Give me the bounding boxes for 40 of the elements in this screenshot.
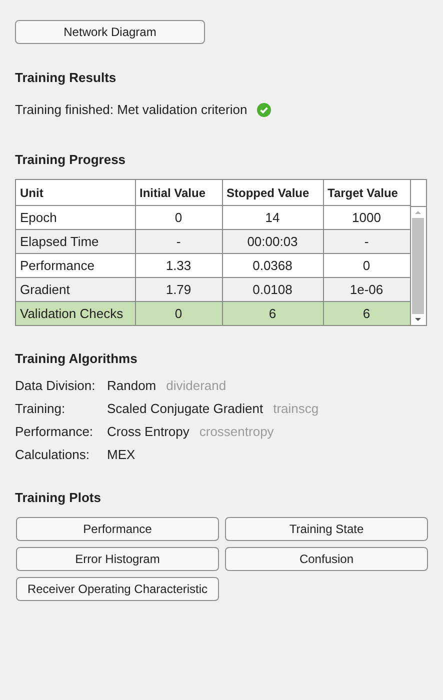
- table-cell: Gradient: [16, 278, 135, 302]
- table-cell: 0: [135, 302, 222, 325]
- field-value: Scaled Conjugate Gradient: [107, 401, 264, 417]
- table-cell: Elapsed Time: [16, 230, 135, 254]
- table-cell: -: [135, 230, 222, 254]
- column-header: Target Value: [323, 180, 410, 206]
- table-cell: Validation Checks: [16, 302, 135, 325]
- plot-button[interactable]: Error Histogram: [16, 547, 219, 571]
- status-text: Training finished: Met validation criterion: [15, 102, 248, 117]
- section-heading: Training Plots: [15, 490, 102, 505]
- field-value: MEX: [107, 447, 136, 463]
- function-name: trainscg: [273, 401, 319, 417]
- table-cell: 1.79: [135, 278, 222, 302]
- column-header: Stopped Value: [222, 180, 323, 206]
- table-cell: 0.0108: [222, 278, 323, 302]
- scrollbar[interactable]: [410, 207, 426, 325]
- plot-button[interactable]: Receiver Operating Characteristic: [16, 577, 219, 601]
- table-cell: 6: [323, 302, 410, 325]
- plot-button[interactable]: Confusion: [225, 547, 428, 571]
- field-label: Data Division:: [15, 378, 96, 394]
- section-heading: Training Results: [15, 70, 118, 85]
- field-label: Performance:: [15, 424, 94, 440]
- field-label: Training:: [15, 401, 66, 417]
- plot-button[interactable]: Performance: [16, 517, 219, 541]
- table-cell: 6: [222, 302, 323, 325]
- function-name: crossentropy: [199, 424, 274, 440]
- section-heading: Training Algorithms: [15, 351, 138, 366]
- column-header: Initial Value: [135, 180, 222, 206]
- scrollbar-thumb[interactable]: [412, 218, 424, 314]
- network-diagram-button[interactable]: Network Diagram: [15, 20, 205, 44]
- table-cell: -: [323, 230, 410, 254]
- table-cell: 1e-06: [323, 278, 410, 302]
- table-cell: 00:00:03: [222, 230, 323, 254]
- function-name: dividerand: [166, 378, 226, 394]
- section-heading: Training Progress: [15, 152, 127, 167]
- field-value: Random: [107, 378, 156, 394]
- field-value: Cross Entropy: [107, 424, 190, 440]
- column-header: Unit: [16, 180, 135, 206]
- field-label: Calculations:: [15, 447, 90, 463]
- plot-button[interactable]: Training State: [225, 517, 428, 541]
